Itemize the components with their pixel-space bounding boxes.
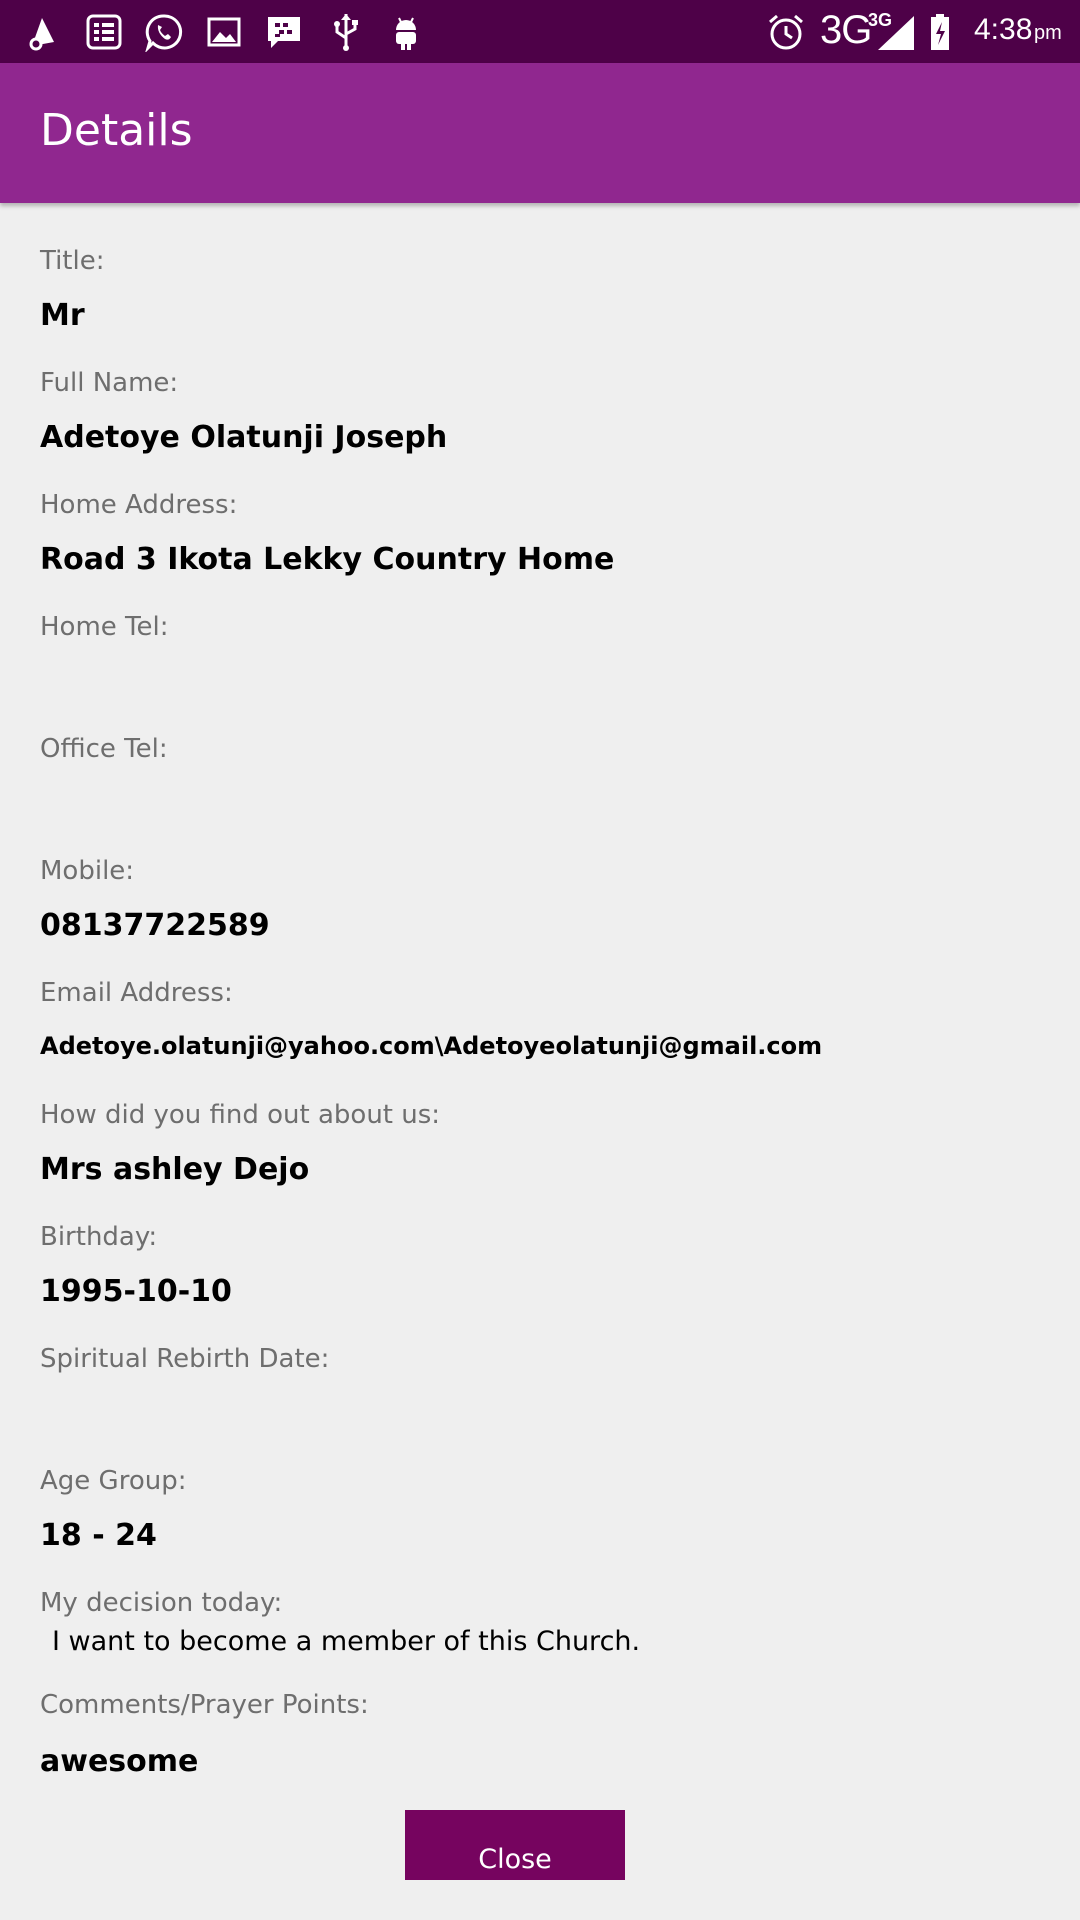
decision-label: My decision today: <box>40 1588 283 1618</box>
email-label: Email Address: <box>40 978 233 1008</box>
rebirth-date-label: Spiritual Rebirth Date: <box>40 1344 330 1374</box>
android-icon <box>386 12 426 52</box>
title-label: Title: <box>40 246 105 276</box>
comments-value: awesome <box>40 1744 199 1779</box>
birthday-value: 1995-10-10 <box>40 1274 232 1309</box>
alarm-icon <box>766 12 806 52</box>
office-tel-label: Office Tel: <box>40 734 168 764</box>
home-address-value: Road 3 Ikota Lekky Country Home <box>40 542 615 577</box>
mobile-value: 08137722589 <box>40 908 270 943</box>
full-name-value: Adetoye Olatunji Joseph <box>40 420 448 455</box>
page-title: Details <box>40 105 193 156</box>
notification-icon <box>24 12 64 52</box>
network-type: 3G <box>820 8 872 52</box>
home-address-label: Home Address: <box>40 490 238 520</box>
find-out-label: How did you find out about us: <box>40 1100 441 1130</box>
whatsapp-icon <box>144 12 184 52</box>
mobile-label: Mobile: <box>40 856 135 886</box>
clock: 4:38 <box>974 13 1033 46</box>
decision-value: I want to become a member of this Church… <box>52 1626 641 1657</box>
title-value: Mr <box>40 298 85 333</box>
usb-icon <box>326 12 366 52</box>
app-bar: Details <box>0 63 1080 203</box>
comments-label: Comments/Prayer Points: <box>40 1690 369 1720</box>
find-out-value: Mrs ashley Dejo <box>40 1152 310 1187</box>
bbm-icon <box>264 12 304 52</box>
home-tel-label: Home Tel: <box>40 612 169 642</box>
birthday-label: Birthday: <box>40 1222 158 1252</box>
status-bar: 3G 3G 4:38 pm <box>0 0 1080 63</box>
age-group-value: 18 - 24 <box>40 1518 157 1553</box>
news-icon <box>84 12 124 52</box>
battery-icon <box>925 12 965 52</box>
age-group-label: Age Group: <box>40 1466 187 1496</box>
email-value: Adetoye.olatunji@yahoo.com\Adetoyeolatun… <box>40 1032 823 1060</box>
full-name-label: Full Name: <box>40 368 179 398</box>
clock-ampm: pm <box>1034 22 1062 44</box>
signal-icon <box>876 12 916 52</box>
close-button[interactable]: Close <box>405 1810 625 1880</box>
gallery-icon <box>204 12 244 52</box>
